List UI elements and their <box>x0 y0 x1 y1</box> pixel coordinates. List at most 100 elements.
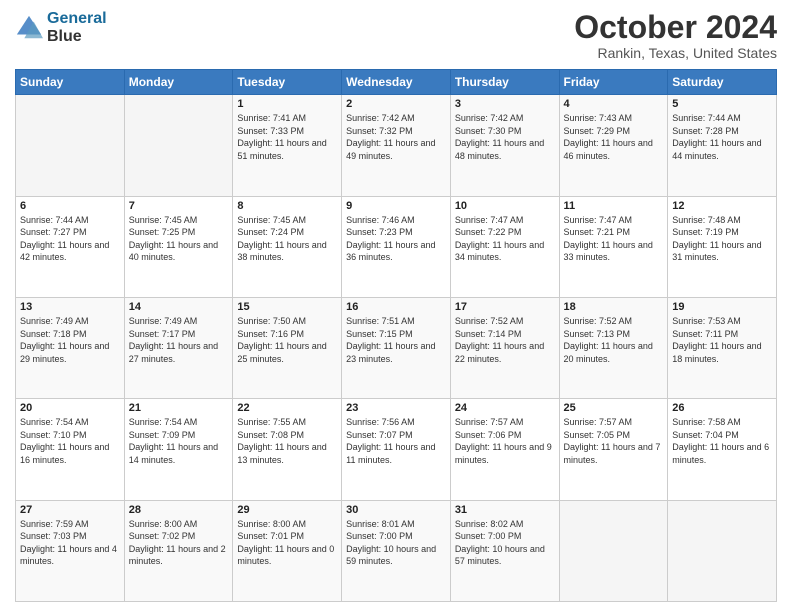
page: General Blue October 2024 Rankin, Texas,… <box>0 0 792 612</box>
calendar-cell: 13 Sunrise: 7:49 AMSunset: 7:18 PMDayligh… <box>16 297 125 398</box>
logo: General Blue <box>15 10 107 45</box>
day-info: Sunrise: 7:55 AMSunset: 7:08 PMDaylight:… <box>237 416 337 466</box>
calendar-cell: 2Sunrise: 7:42 AMSunset: 7:32 PMDaylight… <box>342 95 451 196</box>
day-number: 29 <box>237 504 337 516</box>
day-number: 15 <box>237 301 337 313</box>
day-info: Sunrise: 7:59 AMSunset: 7:03 PMDaylight:… <box>20 518 120 568</box>
day-info: Sunrise: 7:47 AMSunset: 7:22 PMDaylight:… <box>455 214 555 264</box>
calendar-cell: 4 Sunrise: 7:43 AMSunset: 7:29 PMDaylight… <box>559 95 668 196</box>
day-info: Sunrise: 7:57 AMSunset: 7:05 PMDaylight:… <box>564 416 664 466</box>
day-number: 18 <box>564 301 664 313</box>
calendar-cell <box>16 95 125 196</box>
day-info: Sunrise: 7:49 AMSunset: 7:18 PMDaylight:… <box>20 315 120 365</box>
calendar-cell: 17 Sunrise: 7:52 AMSunset: 7:14 PMDayligh… <box>450 297 559 398</box>
col-header-saturday: Saturday <box>668 70 777 95</box>
calendar-cell: 25 Sunrise: 7:57 AMSunset: 7:05 PMDayligh… <box>559 399 668 500</box>
day-number: 21 <box>129 402 229 414</box>
day-info: Sunrise: 7:45 AMSunset: 7:25 PMDaylight:… <box>129 214 229 264</box>
col-header-tuesday: Tuesday <box>233 70 342 95</box>
calendar-cell: 15 Sunrise: 7:50 AMSunset: 7:16 PMDayligh… <box>233 297 342 398</box>
day-number: 20 <box>20 402 120 414</box>
calendar-week-2: 13 Sunrise: 7:49 AMSunset: 7:18 PMDayligh… <box>16 297 777 398</box>
logo-line2: Blue <box>47 28 107 46</box>
day-info: Sunrise: 7:41 AMSunset: 7:33 PMDaylight:… <box>237 112 337 162</box>
day-info: Sunrise: 8:00 AMSunset: 7:02 PMDaylight:… <box>129 518 229 568</box>
calendar-cell: 30 Sunrise: 8:01 AMSunset: 7:00 PMDayligh… <box>342 500 451 601</box>
col-header-sunday: Sunday <box>16 70 125 95</box>
day-info: Sunrise: 7:49 AMSunset: 7:17 PMDaylight:… <box>129 315 229 365</box>
day-number: 24 <box>455 402 555 414</box>
day-info: Sunrise: 7:52 AMSunset: 7:14 PMDaylight:… <box>455 315 555 365</box>
calendar-cell: 16 Sunrise: 7:51 AMSunset: 7:15 PMDayligh… <box>342 297 451 398</box>
day-number: 26 <box>672 402 772 414</box>
col-header-monday: Monday <box>124 70 233 95</box>
day-number: 13 <box>20 301 120 313</box>
day-info: Sunrise: 7:54 AMSunset: 7:09 PMDaylight:… <box>129 416 229 466</box>
calendar-cell: 28 Sunrise: 8:00 AMSunset: 7:02 PMDayligh… <box>124 500 233 601</box>
day-info: Sunrise: 7:58 AMSunset: 7:04 PMDaylight:… <box>672 416 772 466</box>
day-number: 10 <box>455 200 555 212</box>
calendar-cell: 7 Sunrise: 7:45 AMSunset: 7:25 PMDaylight… <box>124 196 233 297</box>
calendar-cell <box>559 500 668 601</box>
day-number: 8 <box>237 200 337 212</box>
col-header-friday: Friday <box>559 70 668 95</box>
col-header-thursday: Thursday <box>450 70 559 95</box>
day-info: Sunrise: 8:02 AMSunset: 7:00 PMDaylight:… <box>455 518 555 568</box>
calendar-week-3: 20 Sunrise: 7:54 AMSunset: 7:10 PMDayligh… <box>16 399 777 500</box>
calendar-cell: 10 Sunrise: 7:47 AMSunset: 7:22 PMDayligh… <box>450 196 559 297</box>
day-number: 28 <box>129 504 229 516</box>
day-number: 17 <box>455 301 555 313</box>
day-info: Sunrise: 7:47 AMSunset: 7:21 PMDaylight:… <box>564 214 664 264</box>
day-info: Sunrise: 7:43 AMSunset: 7:29 PMDaylight:… <box>564 112 664 162</box>
logo-text: General Blue <box>47 10 107 45</box>
logo-line1: General <box>47 10 107 27</box>
calendar-cell: 27 Sunrise: 7:59 AMSunset: 7:03 PMDayligh… <box>16 500 125 601</box>
calendar-cell <box>124 95 233 196</box>
day-number: 7 <box>129 200 229 212</box>
day-info: Sunrise: 7:52 AMSunset: 7:13 PMDaylight:… <box>564 315 664 365</box>
calendar-cell: 23 Sunrise: 7:56 AMSunset: 7:07 PMDayligh… <box>342 399 451 500</box>
calendar-cell: 20 Sunrise: 7:54 AMSunset: 7:10 PMDayligh… <box>16 399 125 500</box>
day-info: Sunrise: 8:01 AMSunset: 7:00 PMDaylight:… <box>346 518 446 568</box>
day-number: 27 <box>20 504 120 516</box>
day-info: Sunrise: 7:42 AMSunset: 7:32 PMDaylight:… <box>346 112 446 162</box>
day-info: Sunrise: 7:45 AMSunset: 7:24 PMDaylight:… <box>237 214 337 264</box>
calendar-cell <box>668 500 777 601</box>
calendar-header-row: SundayMondayTuesdayWednesdayThursdayFrid… <box>16 70 777 95</box>
day-number: 6 <box>20 200 120 212</box>
day-number: 12 <box>672 200 772 212</box>
calendar-week-0: 1 Sunrise: 7:41 AMSunset: 7:33 PMDaylight… <box>16 95 777 196</box>
day-info: Sunrise: 7:42 AMSunset: 7:30 PMDaylight:… <box>455 112 555 162</box>
location-subtitle: Rankin, Texas, United States <box>574 45 777 61</box>
calendar-cell: 26 Sunrise: 7:58 AMSunset: 7:04 PMDayligh… <box>668 399 777 500</box>
day-number: 14 <box>129 301 229 313</box>
calendar-cell: 14 Sunrise: 7:49 AMSunset: 7:17 PMDayligh… <box>124 297 233 398</box>
day-number: 19 <box>672 301 772 313</box>
day-info: Sunrise: 7:50 AMSunset: 7:16 PMDaylight:… <box>237 315 337 365</box>
day-info: Sunrise: 7:46 AMSunset: 7:23 PMDaylight:… <box>346 214 446 264</box>
day-info: Sunrise: 7:54 AMSunset: 7:10 PMDaylight:… <box>20 416 120 466</box>
day-number: 4 <box>564 98 664 110</box>
col-header-wednesday: Wednesday <box>342 70 451 95</box>
calendar-cell: 18 Sunrise: 7:52 AMSunset: 7:13 PMDayligh… <box>559 297 668 398</box>
day-number: 23 <box>346 402 446 414</box>
calendar-cell: 6Sunrise: 7:44 AMSunset: 7:27 PMDaylight… <box>16 196 125 297</box>
day-number: 30 <box>346 504 446 516</box>
day-info: Sunrise: 7:56 AMSunset: 7:07 PMDaylight:… <box>346 416 446 466</box>
calendar-cell: 1 Sunrise: 7:41 AMSunset: 7:33 PMDaylight… <box>233 95 342 196</box>
day-number: 25 <box>564 402 664 414</box>
calendar-week-4: 27 Sunrise: 7:59 AMSunset: 7:03 PMDayligh… <box>16 500 777 601</box>
day-info: Sunrise: 7:53 AMSunset: 7:11 PMDaylight:… <box>672 315 772 365</box>
day-number: 5 <box>672 98 772 110</box>
calendar-cell: 29Sunrise: 8:00 AMSunset: 7:01 PMDayligh… <box>233 500 342 601</box>
day-number: 16 <box>346 301 446 313</box>
day-info: Sunrise: 7:51 AMSunset: 7:15 PMDaylight:… <box>346 315 446 365</box>
day-number: 1 <box>237 98 337 110</box>
calendar-table: SundayMondayTuesdayWednesdayThursdayFrid… <box>15 69 777 602</box>
calendar-cell: 24Sunrise: 7:57 AMSunset: 7:06 PMDayligh… <box>450 399 559 500</box>
logo-icon <box>15 14 43 42</box>
day-number: 11 <box>564 200 664 212</box>
day-number: 31 <box>455 504 555 516</box>
calendar-cell: 21 Sunrise: 7:54 AMSunset: 7:09 PMDayligh… <box>124 399 233 500</box>
calendar-cell: 3Sunrise: 7:42 AMSunset: 7:30 PMDaylight… <box>450 95 559 196</box>
